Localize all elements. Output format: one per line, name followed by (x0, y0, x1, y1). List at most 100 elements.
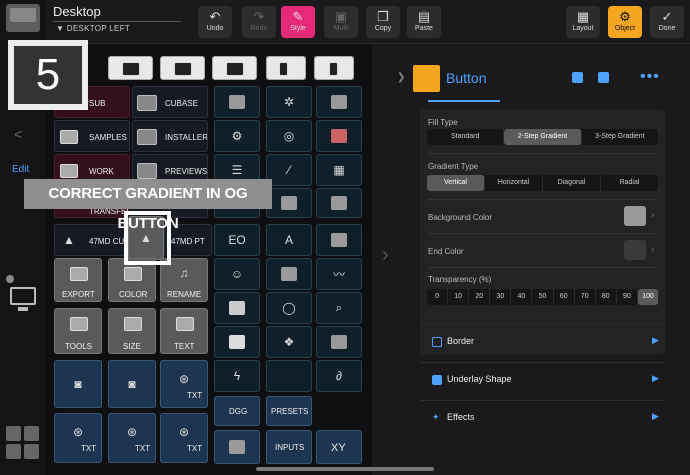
edit-button[interactable]: Edit (12, 164, 29, 175)
download-icon[interactable] (572, 72, 583, 83)
tile-size[interactable]: SIZE (108, 308, 156, 354)
transparency-80[interactable]: 80 (596, 289, 617, 305)
transparency-90[interactable]: 90 (617, 289, 638, 305)
window-title[interactable]: Desktop (53, 4, 101, 19)
tile-kt-2[interactable]: ◙ (108, 360, 156, 408)
tile-r9c3[interactable]: ∂ (316, 360, 362, 392)
tile-r2c3[interactable] (316, 120, 362, 152)
fill-type-3step[interactable]: 3-Step Gradient (582, 129, 658, 145)
tile-cubase[interactable]: CUBASE (132, 86, 208, 118)
paste-button[interactable]: ▤ Paste (407, 6, 441, 38)
transparency-100[interactable]: 100 (637, 289, 659, 305)
tile-r9c2[interactable] (266, 360, 312, 392)
layout-thumb-1[interactable] (108, 56, 153, 80)
tile-dgg[interactable]: DGG (214, 396, 260, 426)
monitor-icon[interactable] (10, 287, 36, 311)
tile-r4c3[interactable] (316, 188, 362, 218)
more-options-icon[interactable]: ••• (640, 68, 660, 86)
tile-r1c1[interactable] (214, 86, 260, 118)
copy-button[interactable]: ❐ Copy (366, 6, 400, 38)
tile-r7c2[interactable]: ◯ (266, 292, 312, 324)
object-color-swatch[interactable] (413, 65, 440, 92)
transparency-20[interactable]: 20 (469, 289, 491, 305)
tile-r2c2[interactable]: ◎ (266, 120, 312, 152)
underlay-shape-section[interactable]: Underlay Shape ▶ (420, 362, 665, 396)
tile-txt-3[interactable]: ⊛ TXT (108, 413, 156, 463)
transparency-0[interactable]: 0 (427, 289, 449, 305)
tile-xy[interactable]: XY (316, 430, 362, 464)
tile-r7c3[interactable]: ⌕ (316, 292, 362, 324)
tile-installers[interactable]: INSTALLERS (132, 120, 208, 152)
layout-thumb-5[interactable] (314, 56, 354, 80)
tile-export[interactable]: EXPORT (54, 258, 102, 302)
gradient-vertical[interactable]: Vertical (427, 175, 485, 191)
tile-tools[interactable]: TOOLS (54, 308, 102, 354)
tile-r1c3[interactable] (316, 86, 362, 118)
chevron-right-icon[interactable]: › (651, 210, 654, 221)
layout-icon: ▦ (576, 9, 590, 24)
window-subtitle[interactable]: ▼ DESKTOP LEFT (56, 24, 130, 33)
layout-thumb-3[interactable] (212, 56, 257, 80)
transparency-10[interactable]: 10 (448, 289, 470, 305)
layout-thumb-2[interactable] (160, 56, 205, 80)
done-button[interactable]: ✓ Done (650, 6, 684, 38)
upload-icon[interactable] (598, 72, 609, 83)
grid-view-icon[interactable] (6, 426, 40, 460)
tile-r11c1[interactable] (214, 430, 260, 464)
tile-inputs[interactable]: INPUTS (266, 430, 312, 464)
effects-section[interactable]: ✦ Effects ▶ (420, 400, 665, 434)
style-button[interactable]: ✎ Style (281, 6, 315, 38)
tile-txt-4[interactable]: ⊛ TXT (160, 413, 208, 463)
collapse-chevron-icon[interactable]: ❯ (397, 72, 405, 83)
tile-r9c1[interactable]: ϟ (214, 360, 260, 392)
tile-kt-1[interactable]: ◙ (54, 360, 102, 408)
tile-r2c1[interactable]: ⚙ (214, 120, 260, 152)
layout-button[interactable]: ▦ Layout (566, 6, 600, 38)
tile-samples[interactable]: SAMPLES (54, 120, 130, 152)
background-color-well[interactable] (624, 206, 646, 226)
gradient-radial[interactable]: Radial (601, 175, 658, 191)
fill-type-standard[interactable]: Standard (427, 129, 505, 145)
tile-r6c3[interactable]: 〰 (316, 258, 362, 290)
fill-type-2step[interactable]: 2-Step Gradient (504, 129, 582, 145)
lightning-icon: ϟ (233, 369, 241, 383)
tile-r8c2[interactable]: ❖ (266, 326, 312, 358)
tile-r6c1[interactable]: ☺ (214, 258, 260, 290)
transparency-70[interactable]: 70 (575, 289, 596, 305)
tile-r3c2[interactable]: ⁄ (266, 154, 312, 186)
gradient-horizontal[interactable]: Horizontal (485, 175, 543, 191)
tile-r8c1[interactable] (214, 326, 260, 358)
tile-txt-2[interactable]: ⊛ TXT (54, 413, 102, 463)
panel-divider-chevron-icon[interactable]: › (382, 244, 389, 267)
tile-r8c3[interactable] (316, 326, 362, 358)
redo-button[interactable]: ↷ Redo (242, 6, 276, 38)
desktop-thumbnail-icon[interactable] (6, 4, 40, 32)
transparency-60[interactable]: 60 (554, 289, 575, 305)
tile-r5c3[interactable] (316, 224, 362, 256)
transparency-50[interactable]: 50 (532, 289, 554, 305)
transparency-40[interactable]: 40 (511, 289, 533, 305)
tile-text[interactable]: TEXT (160, 308, 208, 354)
multi-button[interactable]: ▣ Multi (324, 6, 358, 38)
link-icon: ∂ (336, 369, 342, 383)
tile-r4c2[interactable] (266, 188, 312, 218)
tile-r7c1[interactable] (214, 292, 260, 324)
tile-r6c2[interactable] (266, 258, 312, 290)
multi-select-icon: ▣ (334, 9, 348, 24)
tile-r1c2[interactable]: ✲ (266, 86, 312, 118)
tile-presets[interactable]: PRESETS (266, 396, 312, 426)
object-button[interactable]: ⚙ Object (608, 6, 642, 38)
object-title[interactable]: Button (446, 70, 486, 86)
gradient-diagonal[interactable]: Diagonal (543, 175, 601, 191)
border-section[interactable]: Border ▶ (420, 324, 665, 358)
layout-thumb-4[interactable] (266, 56, 306, 80)
chevron-right-icon[interactable]: › (651, 244, 654, 255)
tile-r5c2[interactable]: A (266, 224, 312, 256)
tile-txt-1[interactable]: ⊛ TXT (160, 360, 208, 408)
end-color-well[interactable] (624, 240, 646, 260)
tile-r5c1[interactable]: EO (214, 224, 260, 256)
transparency-30[interactable]: 30 (490, 289, 512, 305)
back-button[interactable]: < (14, 126, 22, 142)
undo-button[interactable]: ↶ Undo (198, 6, 232, 38)
tile-r3c3[interactable]: ▦ (316, 154, 362, 186)
